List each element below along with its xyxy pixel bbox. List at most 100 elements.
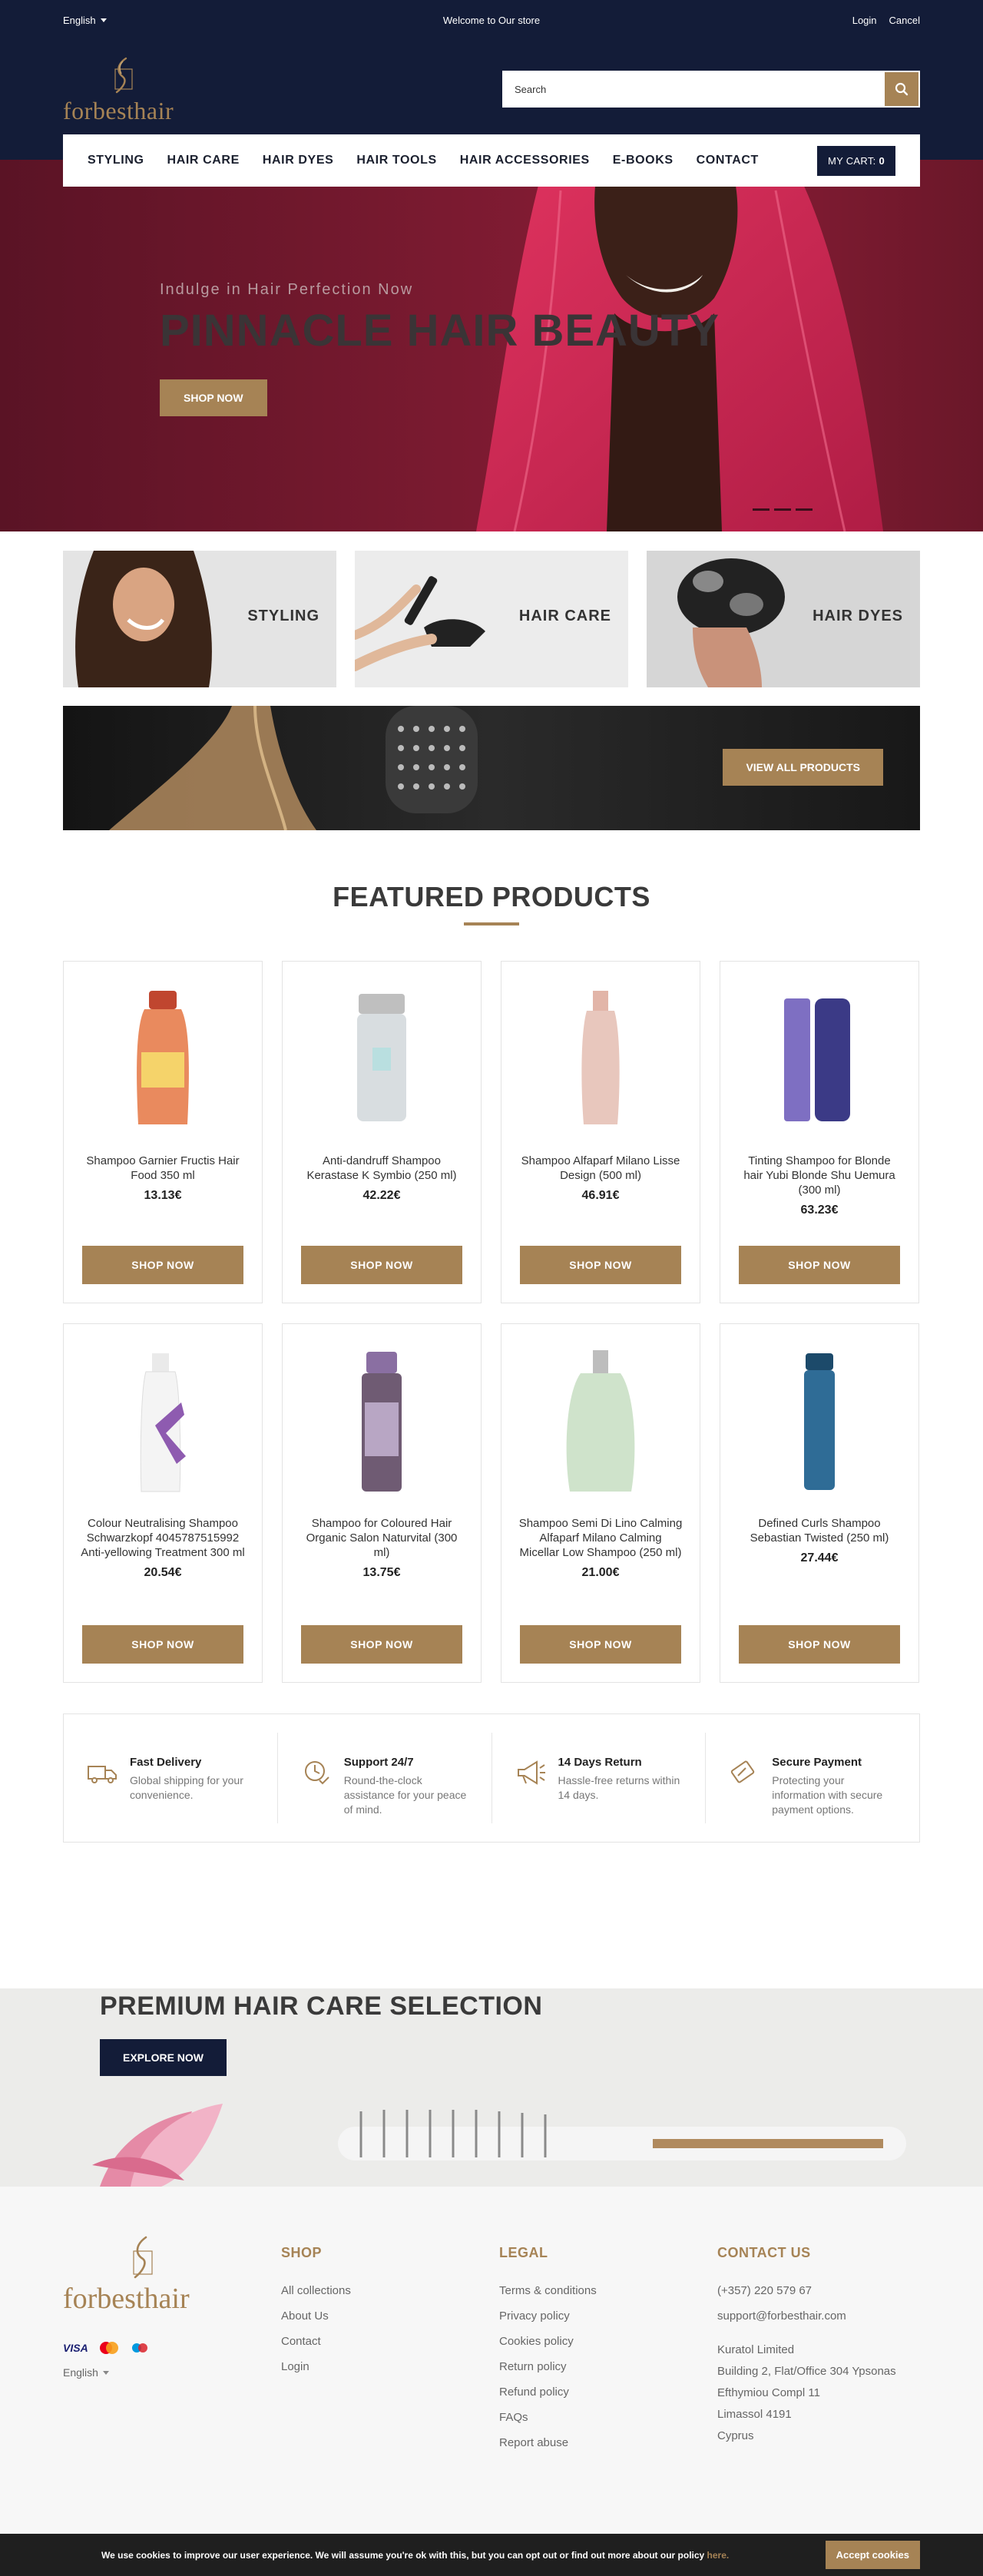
visa-icon: VISA — [63, 2342, 88, 2354]
product-image — [300, 1341, 463, 1504]
store-features: Fast Delivery Global shipping for your c… — [63, 1713, 920, 1843]
nav-item-hair-accessories[interactable]: HAIR ACCESSORIES — [460, 154, 590, 167]
cookie-message-text: We use cookies to improve our user exper… — [101, 2549, 707, 2561]
shop-now-button[interactable]: SHOP NOW — [520, 1625, 681, 1664]
hero-kicker: Indulge in Hair Perfection Now — [160, 281, 414, 298]
slider-dot[interactable] — [774, 508, 791, 511]
category-label: HAIR DYES — [813, 608, 903, 624]
site-header: forbesthair STYLING HAIR CARE HAIR DYES … — [0, 40, 983, 187]
footer-link[interactable]: All collections — [281, 2278, 351, 2303]
featured-title: FEATURED PRODUCTS — [333, 881, 650, 912]
language-selector[interactable]: English — [63, 15, 107, 26]
nav-item-hair-dyes[interactable]: HAIR DYES — [263, 154, 334, 167]
footer-link[interactable]: Refund policy — [499, 2379, 597, 2405]
product-image — [81, 1341, 244, 1504]
shop-now-button[interactable]: SHOP NOW — [520, 1246, 681, 1284]
footer-shop-column: SHOP All collections About Us Contact Lo… — [281, 2245, 351, 2379]
product-card[interactable]: Defined Curls Shampoo Sebastian Twisted … — [720, 1323, 919, 1683]
contact-phone[interactable]: (+357) 220 579 67 — [717, 2278, 896, 2303]
product-name[interactable]: Tinting Shampoo for Blonde hair Yubi Blo… — [720, 1154, 918, 1197]
accept-cookies-button[interactable]: Accept cookies — [825, 2541, 920, 2569]
search-button[interactable] — [885, 72, 918, 106]
footer-link[interactable]: FAQs — [499, 2405, 597, 2430]
site-logo[interactable]: forbesthair — [63, 57, 186, 126]
nav-item-e-books[interactable]: E-BOOKS — [613, 154, 674, 167]
shop-now-button[interactable]: SHOP NOW — [301, 1625, 462, 1664]
footer-logo-wordmark: forbesthair — [63, 2283, 190, 2315]
product-card[interactable]: Anti-dandruff Shampoo Kerastase K Symbio… — [282, 961, 482, 1303]
payment-methods: VISA — [63, 2340, 150, 2356]
nav-item-styling[interactable]: STYLING — [88, 154, 144, 167]
nav-item-hair-care[interactable]: HAIR CARE — [167, 154, 240, 167]
product-image — [738, 1341, 901, 1504]
footer-link[interactable]: About Us — [281, 2303, 351, 2329]
site-footer: forbesthair VISA English SHOP All collec… — [0, 2187, 983, 2534]
shop-now-button[interactable]: SHOP NOW — [301, 1246, 462, 1284]
footer-legal-column: LEGAL Terms & conditions Privacy policy … — [499, 2245, 597, 2455]
footer-link[interactable]: Contact — [281, 2329, 351, 2354]
product-name[interactable]: Defined Curls Shampoo Sebastian Twisted … — [720, 1516, 918, 1545]
address-line: Cyprus — [717, 2429, 754, 2442]
product-price: 21.00€ — [581, 1566, 620, 1579]
product-name[interactable]: Shampoo for Coloured Hair Organic Salon … — [283, 1516, 481, 1560]
premium-title: PREMIUM HAIR CARE SELECTION — [100, 1992, 543, 2021]
cookie-policy-link[interactable]: here. — [707, 2550, 730, 2561]
product-card[interactable]: Colour Neutralising Shampoo Schwarzkopf … — [63, 1323, 263, 1683]
address-line: Efthymiou Compl 11 — [717, 2386, 820, 2399]
footer-link[interactable]: Report abuse — [499, 2430, 597, 2455]
shop-now-button[interactable]: SHOP NOW — [82, 1246, 243, 1284]
product-name[interactable]: Shampoo Semi Di Lino Calming Alfaparf Mi… — [501, 1516, 700, 1560]
category-tile-hair-care[interactable]: HAIR CARE — [355, 551, 628, 687]
hero-shop-now-button[interactable]: SHOP NOW — [160, 379, 267, 416]
feature-title: Secure Payment — [772, 1756, 862, 1769]
nav-item-contact[interactable]: CONTACT — [697, 154, 759, 167]
explore-now-button[interactable]: EXPLORE NOW — [100, 2039, 227, 2076]
product-price: 63.23€ — [800, 1204, 839, 1217]
view-all-products-button[interactable]: VIEW ALL PRODUCTS — [723, 749, 883, 786]
footer-link[interactable]: Login — [281, 2354, 351, 2379]
category-tile-styling[interactable]: STYLING — [63, 551, 336, 687]
product-name[interactable]: Colour Neutralising Shampoo Schwarzkopf … — [64, 1516, 262, 1560]
feature-returns: 14 Days Return Hassle-free returns withi… — [491, 1733, 706, 1823]
feature-secure-payment: Secure Payment Protecting your informati… — [705, 1733, 919, 1823]
search-input[interactable] — [504, 72, 885, 106]
product-image — [519, 978, 682, 1141]
product-card[interactable]: Shampoo Garnier Fructis Hair Food 350 ml… — [63, 961, 263, 1303]
footer-link[interactable]: Cookies policy — [499, 2329, 597, 2354]
truck-icon — [88, 1766, 117, 1783]
slider-dot[interactable] — [753, 508, 770, 511]
product-image — [738, 978, 901, 1141]
footer-language-selector[interactable]: English — [63, 2366, 109, 2379]
product-card[interactable]: Tinting Shampoo for Blonde hair Yubi Blo… — [720, 961, 919, 1303]
cart-button[interactable]: MY CART: 0 — [816, 145, 895, 176]
product-name[interactable]: Shampoo Alfaparf Milano Lisse Design (50… — [501, 1154, 700, 1183]
feature-text: Global shipping for your convenience. — [130, 1774, 243, 1801]
spacer — [717, 2329, 896, 2339]
language-label: English — [63, 14, 96, 26]
product-name[interactable]: Anti-dandruff Shampoo Kerastase K Symbio… — [283, 1154, 481, 1183]
footer-logo[interactable]: forbesthair — [63, 2236, 217, 2328]
cookie-message: We use cookies to improve our user exper… — [101, 2550, 729, 2561]
shop-now-button[interactable]: SHOP NOW — [739, 1625, 900, 1664]
feature-fast-delivery: Fast Delivery Global shipping for your c… — [64, 1733, 277, 1823]
login-link[interactable]: Login — [852, 15, 877, 26]
category-tile-hair-dyes[interactable]: HAIR DYES — [647, 551, 920, 687]
product-card[interactable]: Shampoo for Coloured Hair Organic Salon … — [282, 1323, 482, 1683]
footer-link[interactable]: Return policy — [499, 2354, 597, 2379]
slider-dot[interactable] — [796, 508, 813, 511]
category-label: HAIR CARE — [518, 608, 611, 624]
product-name[interactable]: Shampoo Garnier Fructis Hair Food 350 ml — [64, 1154, 262, 1183]
product-card[interactable]: Shampoo Semi Di Lino Calming Alfaparf Mi… — [501, 1323, 700, 1683]
cancel-link[interactable]: Cancel — [889, 15, 920, 26]
shop-now-button[interactable]: SHOP NOW — [82, 1625, 243, 1664]
shop-now-button[interactable]: SHOP NOW — [739, 1246, 900, 1284]
cookie-banner: We use cookies to improve our user exper… — [0, 2534, 983, 2576]
footer-link[interactable]: Terms & conditions — [499, 2278, 597, 2303]
nav-item-hair-tools[interactable]: HAIR TOOLS — [356, 154, 436, 167]
contact-email[interactable]: support@forbesthair.com — [717, 2303, 896, 2329]
footer-link[interactable]: Privacy policy — [499, 2303, 597, 2329]
footer-contact-title: CONTACT US — [717, 2245, 811, 2260]
feature-title: Support 24/7 — [343, 1756, 414, 1769]
product-card[interactable]: Shampoo Alfaparf Milano Lisse Design (50… — [501, 961, 700, 1303]
search-box — [502, 71, 920, 108]
